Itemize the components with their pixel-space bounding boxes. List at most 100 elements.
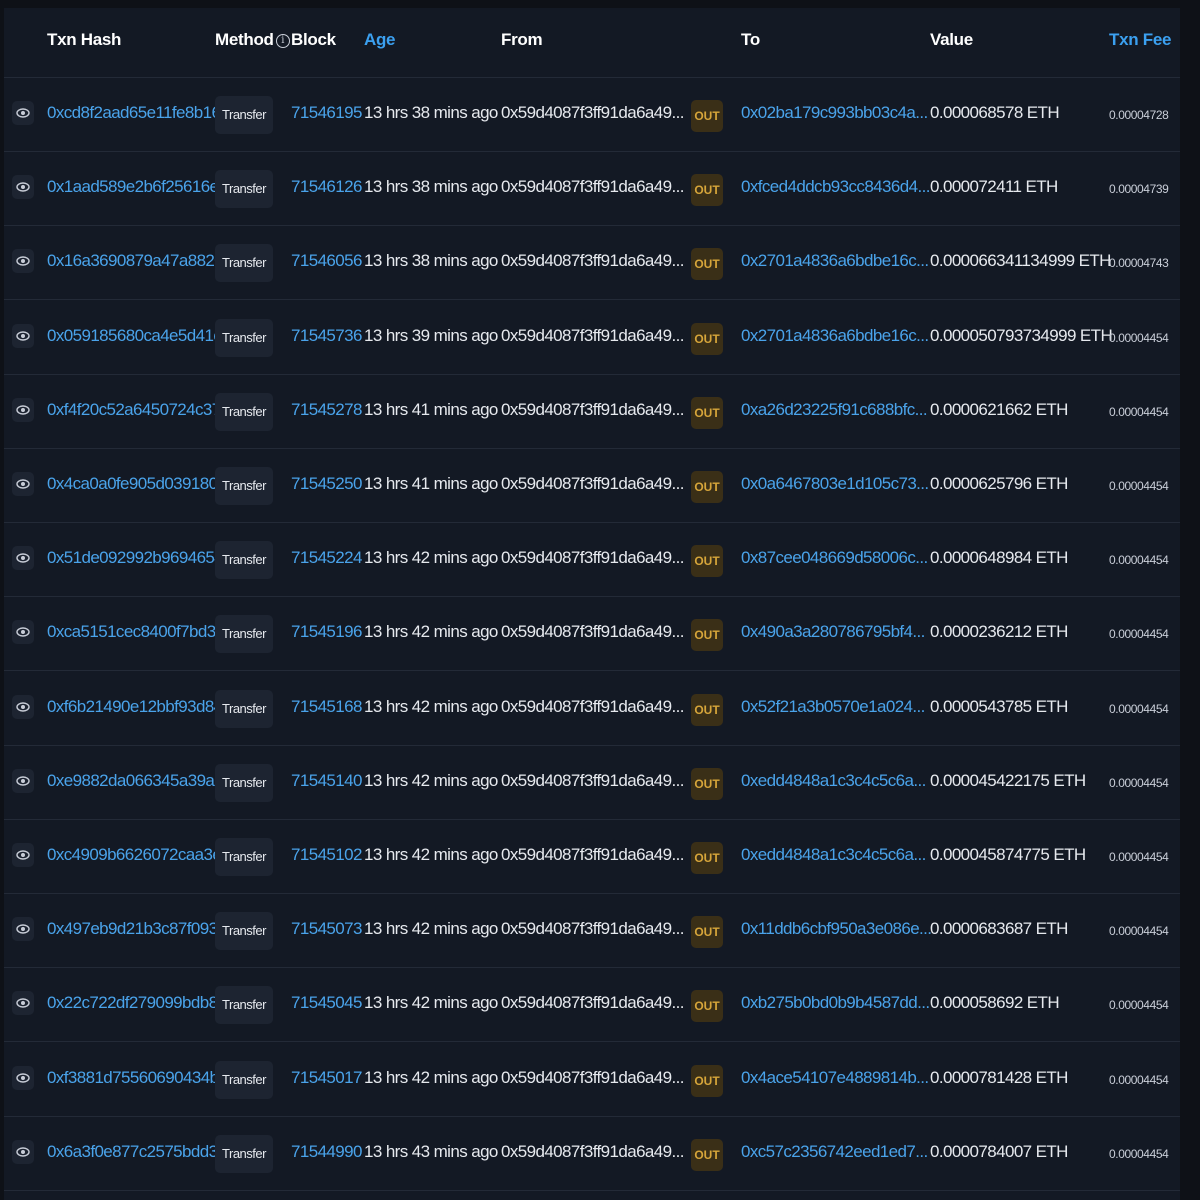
table-row: 0xf4f20c52a6450724c37... Transfer 71545278… bbox=[4, 375, 1180, 449]
to-address-link[interactable]: 0x87cee048669d58006c... bbox=[741, 548, 928, 568]
to-address-link[interactable]: 0x0a6467803e1d105c73... bbox=[741, 474, 929, 494]
age-text: 13 hrs 41 mins ago bbox=[364, 474, 498, 493]
txn-hash-link[interactable]: 0xcd8f2aad65e11fe8b16... bbox=[47, 103, 233, 123]
value-text: 0.000068578 ETH bbox=[930, 103, 1060, 122]
method-badge: Transfer bbox=[215, 986, 273, 1025]
eye-icon[interactable] bbox=[12, 546, 34, 571]
block-link[interactable]: 71545073 bbox=[291, 919, 362, 939]
eye-icon[interactable] bbox=[12, 620, 34, 645]
block-link[interactable]: 71545140 bbox=[291, 771, 362, 791]
txn-hash-link[interactable]: 0x16a3690879a47a8820... bbox=[47, 251, 236, 271]
to-address-link[interactable]: 0xedd4848a1c3c4c5c6a... bbox=[741, 845, 926, 865]
block-link[interactable]: 71546126 bbox=[291, 177, 362, 197]
method-badge: Transfer bbox=[215, 170, 273, 209]
txn-fee-text: 0.00004454 bbox=[1109, 1146, 1169, 1161]
to-address-link[interactable]: 0x02ba179c993bb03c4a... bbox=[741, 103, 928, 123]
header-method-label: Method bbox=[215, 30, 274, 49]
value-text: 0.0000236212 ETH bbox=[930, 622, 1068, 642]
value-text: 0.000045422175 ETH bbox=[930, 770, 1086, 790]
block-link[interactable]: 71545196 bbox=[291, 622, 362, 642]
eye-icon[interactable] bbox=[12, 917, 34, 942]
block-link[interactable]: 71545278 bbox=[291, 400, 362, 420]
txn-hash-link[interactable]: 0xf3881d75560690434b... bbox=[47, 1068, 231, 1088]
txn-hash-link[interactable]: 0x059185680ca4e5d41c... bbox=[47, 326, 234, 346]
eye-icon[interactable] bbox=[12, 843, 34, 867]
to-address-link[interactable]: 0x52f21a3b0570e1a024... bbox=[741, 697, 925, 717]
to-address-link[interactable]: 0xb275b0bd0b9b4587dd... bbox=[741, 993, 930, 1013]
info-icon[interactable]: i bbox=[275, 34, 290, 48]
block-link[interactable]: 71545224 bbox=[291, 548, 362, 568]
table-row: 0xca5151cec8400f7bd3d... Transfer 71545196… bbox=[4, 597, 1180, 672]
to-address-link[interactable]: 0x490a3a280786795bf4... bbox=[741, 622, 925, 642]
txn-hash-link[interactable]: 0xf4f20c52a6450724c37... bbox=[47, 400, 234, 420]
direction-badge: OUT bbox=[691, 174, 723, 207]
txn-hash-link[interactable]: 0xca5151cec8400f7bd3d... bbox=[47, 622, 237, 642]
txn-hash-link[interactable]: 0x497eb9d21b3c87f093... bbox=[47, 919, 230, 939]
eye-icon[interactable] bbox=[12, 249, 34, 274]
txn-hash-link[interactable]: 0x51de092992b9694654... bbox=[47, 548, 236, 568]
table-row: 0x497eb9d21b3c87f093... Transfer 71545073 1… bbox=[4, 894, 1180, 969]
direction-badge: OUT bbox=[691, 693, 723, 726]
to-address-link[interactable]: 0x2701a4836a6bdbe16c... bbox=[741, 251, 929, 271]
block-link[interactable]: 71544990 bbox=[291, 1142, 362, 1162]
from-address: 0x59d4087f3ff91da6a49... bbox=[501, 993, 684, 1013]
eye-icon[interactable] bbox=[12, 694, 34, 719]
age-text: 13 hrs 43 mins ago bbox=[364, 1141, 498, 1161]
from-address: 0x59d4087f3ff91da6a49... bbox=[501, 1141, 684, 1161]
eye-icon[interactable] bbox=[12, 101, 34, 125]
txn-hash-link[interactable]: 0x22c722df279099bdb8... bbox=[47, 993, 230, 1013]
block-link[interactable]: 71545250 bbox=[291, 474, 362, 494]
txn-hash-link[interactable]: 0xe9882da066345a39a5... bbox=[47, 771, 236, 791]
table-row: 0x51de092992b9694654... Transfer 71545224 1… bbox=[4, 523, 1180, 598]
method-badge: Transfer bbox=[215, 912, 273, 951]
txn-hash-link[interactable]: 0x1aad589e2b6f25616e... bbox=[47, 177, 231, 197]
eye-icon[interactable] bbox=[12, 323, 34, 348]
method-badge: Transfer bbox=[215, 96, 273, 134]
block-link[interactable]: 71546056 bbox=[291, 251, 362, 271]
from-address: 0x59d4087f3ff91da6a49... bbox=[501, 325, 684, 345]
eye-icon[interactable] bbox=[12, 175, 34, 200]
eye-icon[interactable] bbox=[12, 1065, 34, 1090]
txn-fee-text: 0.00004454 bbox=[1109, 701, 1169, 716]
block-link[interactable]: 71545102 bbox=[291, 845, 362, 865]
txn-hash-link[interactable]: 0xf6b21490e12bbf93d84... bbox=[47, 697, 236, 717]
value-text: 0.0000683687 ETH bbox=[930, 919, 1068, 939]
header-value: Value bbox=[930, 30, 973, 49]
block-link[interactable]: 71546195 bbox=[291, 103, 362, 123]
to-address-link[interactable]: 0x11ddb6cbf950a3e086e... bbox=[741, 919, 932, 939]
to-address-link[interactable]: 0x4ace54107e4889814b... bbox=[741, 1068, 929, 1088]
eye-icon[interactable] bbox=[12, 991, 34, 1016]
eye-icon[interactable] bbox=[12, 768, 34, 793]
to-address-link[interactable]: 0xc57c2356742eed1ed7... bbox=[741, 1142, 928, 1162]
txn-hash-link[interactable]: 0x4ca0a0fe905d039180... bbox=[47, 474, 230, 494]
to-address-link[interactable]: 0xfced4ddcb93cc8436d4... bbox=[741, 177, 930, 197]
to-address-link[interactable]: 0xedd4848a1c3c4c5c6a... bbox=[741, 771, 926, 791]
txn-fee-text: 0.00004454 bbox=[1109, 330, 1169, 345]
from-address: 0x59d4087f3ff91da6a49... bbox=[501, 474, 684, 493]
txn-hash-link[interactable]: 0xc4909b6626072caa3e... bbox=[47, 845, 234, 865]
value-text: 0.000072411 ETH bbox=[930, 177, 1058, 197]
txn-fee-text: 0.00004454 bbox=[1109, 924, 1169, 939]
table-row: 0x059185680ca4e5d41c... Transfer 71545736 1… bbox=[4, 301, 1180, 375]
header-txn-fee-toggle[interactable]: Txn Fee bbox=[1109, 30, 1171, 50]
block-link[interactable]: 71545045 bbox=[291, 993, 362, 1013]
direction-badge: OUT bbox=[691, 471, 723, 503]
header-age-toggle[interactable]: Age bbox=[364, 30, 396, 50]
block-link[interactable]: 71545017 bbox=[291, 1068, 362, 1088]
to-address-link[interactable]: 0x2701a4836a6bdbe16c... bbox=[741, 326, 929, 346]
eye-icon[interactable] bbox=[12, 472, 34, 496]
direction-badge: OUT bbox=[691, 767, 723, 800]
value-text: 0.0000784007 ETH bbox=[930, 1141, 1068, 1161]
method-badge: Transfer bbox=[215, 689, 273, 728]
table-row: 0x22c722df279099bdb8... Transfer 71545045 1… bbox=[4, 968, 1180, 1043]
age-text: 13 hrs 39 mins ago bbox=[364, 325, 498, 345]
age-text: 13 hrs 42 mins ago bbox=[364, 1067, 498, 1087]
to-address-link[interactable]: 0xa26d23225f91c688bfc... bbox=[741, 400, 928, 420]
block-link[interactable]: 71545736 bbox=[291, 326, 362, 346]
eye-icon[interactable] bbox=[12, 397, 34, 422]
direction-badge: OUT bbox=[691, 322, 723, 355]
block-link[interactable]: 71545168 bbox=[291, 697, 362, 717]
eye-icon[interactable] bbox=[12, 1139, 34, 1164]
txn-hash-link[interactable]: 0x6a3f0e877c2575bdd3... bbox=[47, 1142, 230, 1162]
from-address: 0x59d4087f3ff91da6a49... bbox=[501, 103, 684, 122]
